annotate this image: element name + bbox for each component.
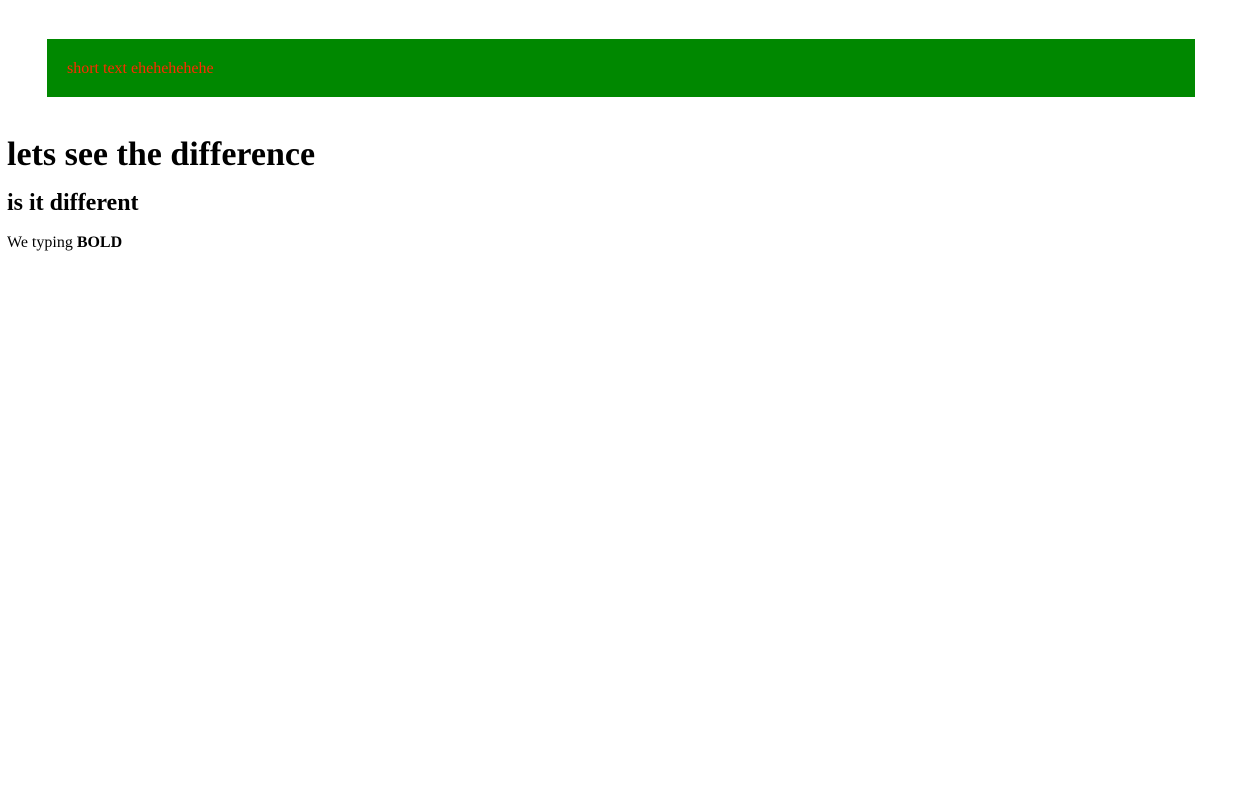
green-banner: short text ehehehehehe [47,39,1195,97]
page-heading: lets see the difference [7,136,316,173]
body-paragraph: We typing BOLD [7,233,1241,253]
paragraph-bold-text: BOLD [76,234,123,251]
page: short text ehehehehehe lets see the diff… [0,0,1241,794]
main-content: lets see the difference is it different … [7,133,1241,253]
paragraph-text: We typing [7,234,77,251]
banner-text: short text ehehehehehe [67,60,214,77]
page-subheading: is it different [7,190,139,216]
